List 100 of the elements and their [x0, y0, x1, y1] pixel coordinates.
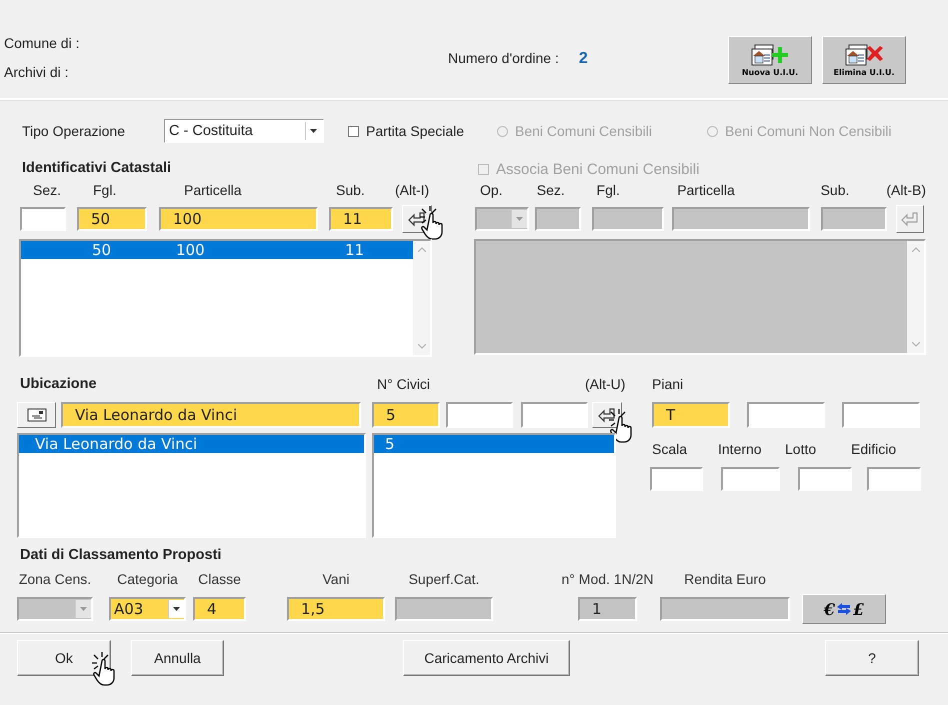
scroll-up-icon	[418, 247, 426, 252]
dropdown[interactable]: A03	[109, 597, 186, 621]
input-field[interactable]	[867, 467, 921, 491]
list-cell: 5	[385, 435, 395, 453]
input-field[interactable]	[672, 207, 810, 231]
section-title: Ubicazione	[20, 376, 98, 394]
column-label: Fgl.	[596, 182, 621, 200]
shortcut-label: (Alt-I)	[395, 182, 430, 200]
input-field[interactable]	[842, 402, 920, 428]
list-cell: Via Leonardo da Vinci	[35, 435, 198, 453]
operation-label: Tipo Operazione	[22, 123, 126, 139]
shortcut-label: (Alt-U)	[585, 376, 626, 394]
column-label: Particella	[184, 182, 243, 200]
input-field[interactable]: 1,5	[287, 597, 385, 621]
house-card-plus-icon	[750, 44, 790, 66]
scroll-down-icon	[418, 344, 426, 349]
radio-label: Beni Comuni Censibili	[515, 123, 652, 139]
column-label: N° Civici	[377, 376, 432, 394]
input-field[interactable]: 1	[578, 597, 637, 621]
dropdown[interactable]	[17, 597, 93, 621]
list-row[interactable]: 50 100 11	[21, 241, 413, 259]
list-cell: 11	[345, 241, 364, 259]
field-label: Categoria	[117, 571, 178, 588]
field-label: Zona Cens.	[18, 571, 92, 588]
scroll-up-icon	[912, 247, 920, 252]
input-field[interactable]	[660, 597, 790, 621]
column-label: Fgl.	[93, 182, 118, 200]
arrow-left-icon	[408, 211, 426, 227]
currency-button[interactable]: € £	[802, 594, 886, 624]
input-field[interactable]: T	[652, 402, 730, 428]
arrow-left-icon	[901, 211, 919, 227]
field-label: Superf.Cat.	[408, 571, 480, 588]
checkbox-label: Associa Beni Comuni Censibili	[496, 160, 700, 178]
shortcut-label: (Alt-B)	[886, 182, 926, 200]
dropdown-arrow-icon	[80, 607, 87, 611]
column-label: Particella	[677, 182, 736, 200]
dialog-button[interactable]: Annulla	[131, 640, 224, 676]
input-field[interactable]	[798, 467, 852, 491]
input-field[interactable]	[592, 207, 664, 231]
section-title: Dati di Classamento Proposti	[20, 547, 222, 565]
column-label: Op.	[480, 182, 504, 200]
input-field[interactable]	[395, 597, 493, 621]
input-field[interactable]: 5	[372, 402, 440, 428]
input-field[interactable]: 11	[329, 207, 393, 231]
field-label: n° Mod. 1N/2N	[562, 571, 654, 588]
delete-unit-button[interactable]: Elimina U.I.U.	[822, 36, 906, 84]
card-icon	[26, 408, 46, 422]
input-field[interactable]	[721, 467, 780, 491]
comune-label: Comune di :	[4, 35, 80, 51]
input-field[interactable]	[535, 207, 581, 231]
scroll-down-icon	[912, 342, 920, 347]
field-label: Lotto	[785, 441, 818, 457]
dialog-button[interactable]: Caricamento Archivi	[403, 640, 570, 676]
archivi-label: Archivi di :	[4, 64, 70, 80]
dropdown[interactable]: C - Costituita	[164, 119, 324, 143]
dropdown-arrow-icon	[310, 129, 317, 133]
list-box[interactable]	[474, 239, 926, 355]
dialog-button[interactable]: ?	[825, 640, 919, 676]
list-box[interactable]: Via Leonardo da Vinci	[17, 433, 366, 538]
field-label: Rendita Euro	[684, 571, 766, 588]
input-field[interactable]	[747, 402, 825, 428]
list-row[interactable]: Via Leonardo da Vinci	[19, 435, 364, 453]
input-field[interactable]	[650, 467, 703, 491]
insert-button[interactable]	[592, 402, 622, 428]
input-field[interactable]: 100	[159, 207, 318, 231]
list-box[interactable]: 5	[372, 433, 616, 538]
input-field[interactable]	[821, 207, 887, 231]
input-field[interactable]	[20, 207, 66, 231]
field-label: Interno	[718, 441, 763, 457]
list-cell-text: 50	[92, 241, 112, 259]
input-field[interactable]	[521, 402, 588, 428]
column-label: Sez.	[536, 182, 566, 200]
list-row[interactable]: 5	[374, 435, 614, 453]
new-unit-button[interactable]: Nuova U.I.U.	[728, 36, 812, 84]
input-field[interactable]	[446, 402, 513, 428]
dropdown-arrow-icon	[516, 217, 523, 221]
section-title: Identificativi Catastali	[22, 160, 172, 178]
checkbox-label: Partita Speciale	[366, 123, 464, 139]
arrow-left-icon	[598, 407, 616, 423]
field-label: Vani	[322, 571, 350, 588]
input-field[interactable]: 50	[77, 207, 147, 231]
dropdown-arrow-icon	[173, 607, 180, 611]
order-number: 2	[578, 50, 588, 68]
swap-arrows-icon	[836, 602, 852, 616]
input-field[interactable]: 4	[193, 597, 246, 621]
column-label: Sub.	[336, 182, 366, 200]
field-label: Scala	[652, 441, 688, 457]
house-card-cross-icon	[844, 44, 884, 66]
checkbox[interactable]	[348, 126, 359, 136]
address-book-button[interactable]	[17, 402, 56, 428]
dropdown[interactable]	[475, 207, 529, 231]
list-cell-text: 100	[176, 241, 206, 259]
dialog-button[interactable]: Ok	[17, 640, 111, 676]
column-label: Piani	[652, 376, 684, 394]
column-label: Sez.	[33, 182, 62, 200]
field-label: Edificio	[851, 441, 896, 457]
list-box[interactable]: 50 100 11	[19, 239, 432, 357]
field-label: Classe	[198, 571, 241, 588]
radio-label: Beni Comuni Non Censibili	[725, 123, 892, 139]
input-field[interactable]: Via Leonardo da Vinci	[61, 402, 361, 428]
